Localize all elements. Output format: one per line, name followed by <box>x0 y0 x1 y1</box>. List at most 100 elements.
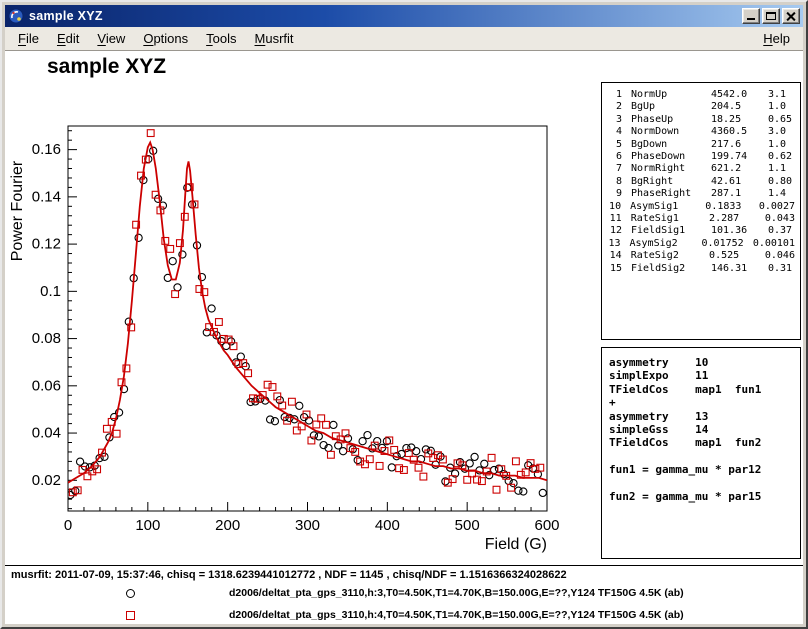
parameter-row: 8BgRight42.610.80 <box>607 176 795 188</box>
theory-line: simplExpo 11 <box>609 369 793 382</box>
param-value: 0.01752 <box>702 238 753 250</box>
parameter-row: 12 FieldSig1101.360.37 <box>607 225 795 237</box>
param-num: 1 <box>607 89 622 101</box>
param-error: 0.62 <box>768 151 795 163</box>
param-num: 7 <box>607 163 622 175</box>
param-num: 6 <box>607 151 622 163</box>
legend-label: d2006/deltat_pta_gps_3110,h:4,T0=4.50K,T… <box>229 609 684 621</box>
param-value: 0.1833 <box>705 201 759 213</box>
window-title: sample XYZ <box>29 9 737 23</box>
svg-text:Field (G): Field (G) <box>485 536 547 553</box>
close-button[interactable] <box>782 8 800 24</box>
minimize-button[interactable] <box>742 8 760 24</box>
param-name: AsymSig1 <box>630 201 705 213</box>
svg-text:0.04: 0.04 <box>32 425 61 442</box>
param-error: 0.37 <box>768 225 795 237</box>
svg-text:100: 100 <box>135 517 160 534</box>
param-value: 42.61 <box>711 176 768 188</box>
svg-text:0.08: 0.08 <box>32 330 61 347</box>
param-name: FieldSig2 <box>631 263 711 275</box>
parameter-row: 7NormRight621.21.1 <box>607 163 795 175</box>
param-value: 199.74 <box>711 151 768 163</box>
param-name: NormUp <box>631 89 711 101</box>
param-error: 0.0027 <box>759 201 795 213</box>
parameter-row: 1NormUp4542.03.1 <box>607 89 795 101</box>
menu-items: FileEditViewOptionsToolsMusrfit <box>9 28 303 49</box>
param-error: 0.00101 <box>753 238 795 250</box>
param-value: 621.2 <box>711 163 768 175</box>
param-error: 1.4 <box>768 188 795 200</box>
app-icon <box>8 8 24 24</box>
svg-text:0.16: 0.16 <box>32 141 61 158</box>
menu-edit[interactable]: Edit <box>48 28 88 49</box>
menu-file[interactable]: File <box>9 28 48 49</box>
menu-options[interactable]: Options <box>134 28 197 49</box>
param-name: NormDown <box>631 126 711 138</box>
parameter-row: 5BgDown217.61.0 <box>607 139 795 151</box>
parameter-list: 1NormUp4542.03.12BgUp204.51.03PhaseUp18.… <box>607 89 795 275</box>
param-num: 11 <box>607 213 622 225</box>
svg-text:500: 500 <box>455 517 480 534</box>
param-value: 4542.0 <box>711 89 768 101</box>
close-icon <box>783 9 799 23</box>
param-num: 12 <box>607 225 622 237</box>
param-num: 5 <box>607 139 622 151</box>
parameter-row: 10AsymSig10.18330.0027 <box>607 201 795 213</box>
parameter-row: 11RateSig12.2870.043 <box>607 213 795 225</box>
legend-entry: d2006/deltat_pta_gps_3110,h:4,T0=4.50K,T… <box>5 605 803 624</box>
maximize-icon <box>766 12 776 20</box>
param-value: 204.5 <box>711 101 768 113</box>
param-value: 0.525 <box>709 250 765 262</box>
legend-marker-square-icon <box>126 611 135 620</box>
svg-text:300: 300 <box>295 517 320 534</box>
param-name: BgUp <box>631 101 711 113</box>
param-name: FieldSig1 <box>631 225 711 237</box>
param-value: 2.287 <box>709 213 765 225</box>
fit-status-text: musrfit: 2011-07-09, 15:37:46, chisq = 1… <box>11 569 567 581</box>
param-error: 1.0 <box>768 101 795 113</box>
theory-line: simpleGss 14 <box>609 423 793 436</box>
svg-text:Power Fourier: Power Fourier <box>9 160 26 261</box>
theory-line: fun2 = gamma_mu * par15 <box>609 490 793 503</box>
theory-line: asymmetry 13 <box>609 410 793 423</box>
minimize-icon <box>747 18 755 20</box>
parameter-row: 4NormDown4360.53.0 <box>607 126 795 138</box>
param-value: 146.31 <box>711 263 768 275</box>
param-value: 101.36 <box>711 225 768 237</box>
root-canvas: sample XYZ 01002003004005006000.020.040.… <box>5 51 803 624</box>
svg-text:0.1: 0.1 <box>40 283 61 300</box>
theory-line: asymmetry 10 <box>609 356 793 369</box>
param-num: 13 <box>607 238 621 250</box>
parameter-row: 15FieldSig2146.310.31 <box>607 263 795 275</box>
param-name: PhaseDown <box>631 151 711 163</box>
parameter-row: 13AsymSig20.017520.00101 <box>607 238 795 250</box>
param-error: 0.046 <box>765 250 795 262</box>
param-num: 15 <box>607 263 622 275</box>
svg-text:0.02: 0.02 <box>32 472 61 489</box>
parameter-row: 9PhaseRight287.11.4 <box>607 188 795 200</box>
theory-line: fun1 = gamma_mu * par12 <box>609 463 793 476</box>
menu-tools[interactable]: Tools <box>197 28 245 49</box>
param-error: 0.043 <box>765 213 795 225</box>
param-error: 3.0 <box>768 126 795 138</box>
param-name: PhaseUp <box>631 114 711 126</box>
titlebar: sample XYZ <box>5 5 803 27</box>
maximize-button[interactable] <box>762 8 780 24</box>
param-value: 217.6 <box>711 139 768 151</box>
theory-line <box>609 477 793 490</box>
menu-musrfit[interactable]: Musrfit <box>246 28 303 49</box>
svg-text:200: 200 <box>215 517 240 534</box>
footer-divider <box>5 565 803 566</box>
param-num: 9 <box>607 188 622 200</box>
param-num: 8 <box>607 176 622 188</box>
menu-help[interactable]: Help <box>754 28 799 49</box>
app-window: sample XYZ FileEditViewOptionsToolsMusrf… <box>0 0 808 629</box>
svg-text:0.06: 0.06 <box>32 377 61 394</box>
param-name: BgDown <box>631 139 711 151</box>
theory-panel: asymmetry 10simplExpo 11TFieldCos map1 f… <box>601 347 801 559</box>
menu-view[interactable]: View <box>88 28 134 49</box>
theory-line: + <box>609 396 793 409</box>
param-error: 0.80 <box>768 176 795 188</box>
param-value: 18.25 <box>711 114 768 126</box>
legend-marker-circle-icon <box>126 589 135 598</box>
